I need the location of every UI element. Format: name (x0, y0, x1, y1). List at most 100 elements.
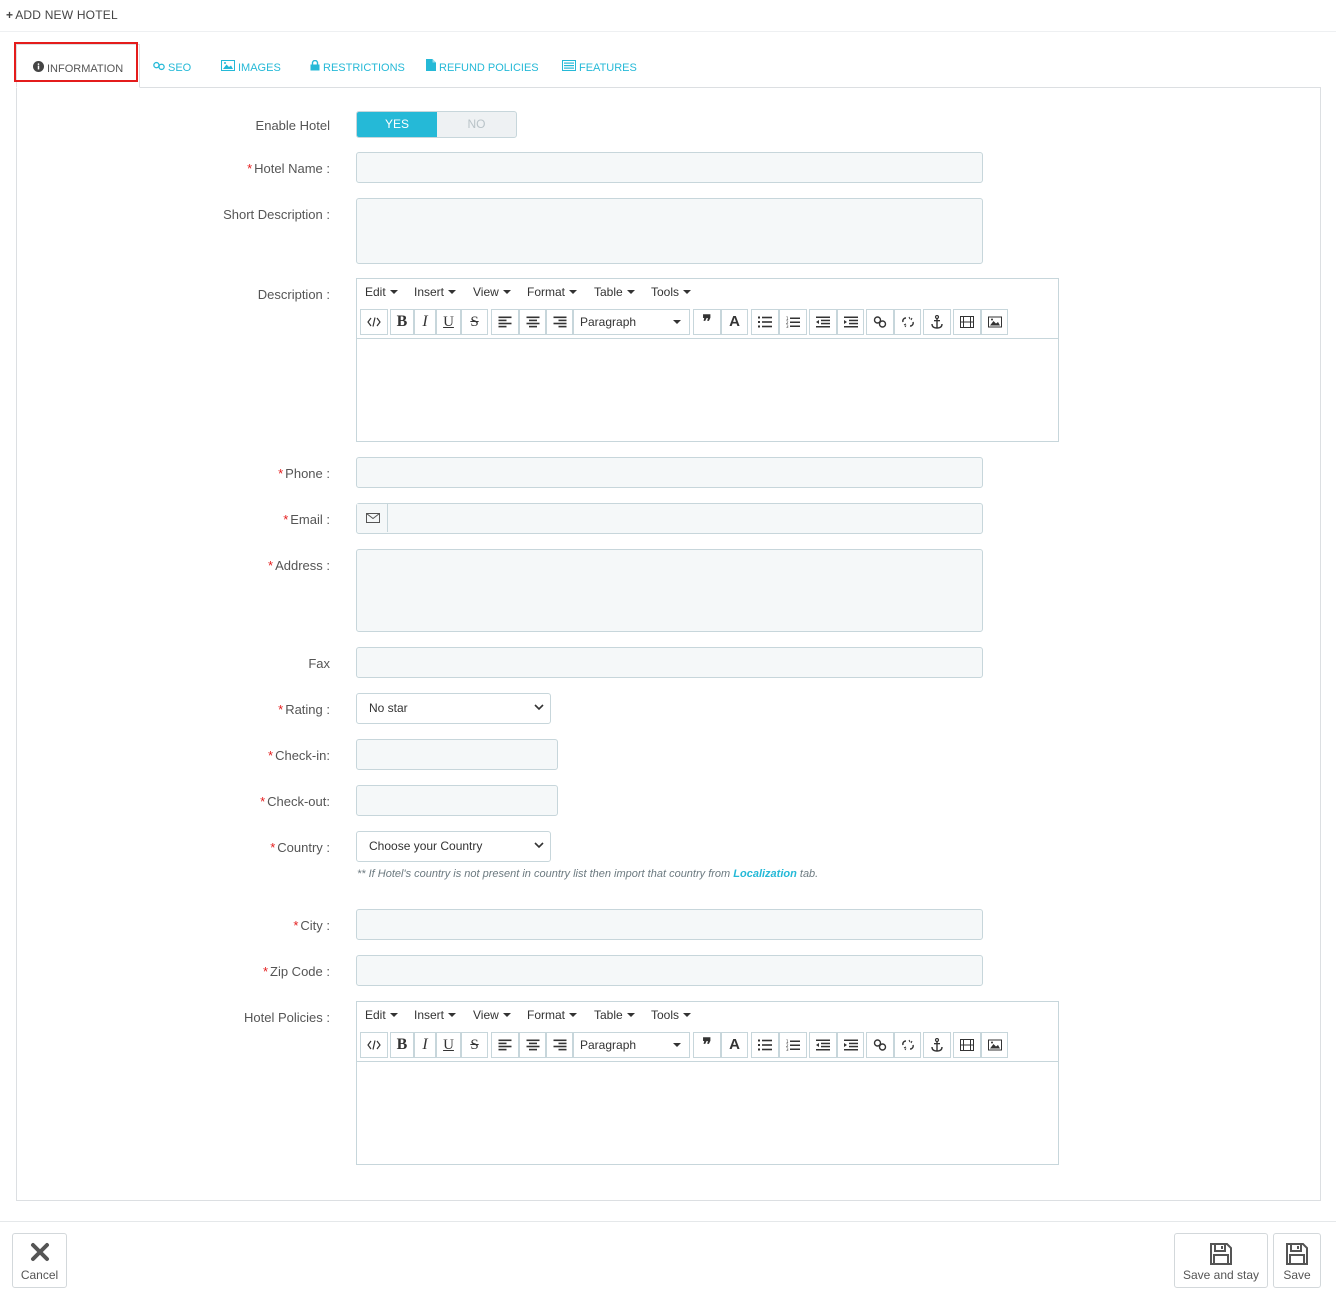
menu-insert[interactable]: Insert (414, 285, 457, 299)
tab-information[interactable]: INFORMATION (16, 44, 141, 91)
chevron-down-icon (534, 704, 544, 711)
align-left-icon[interactable] (491, 309, 519, 335)
short-description-label: Short Description : (223, 207, 330, 222)
align-left-icon[interactable] (491, 1032, 519, 1058)
insert-image-icon[interactable] (981, 309, 1008, 335)
menu-tools[interactable]: Tools (651, 1008, 692, 1022)
code-icon[interactable] (360, 1032, 388, 1058)
description-editor: Edit Insert View Format Table Tools B I … (356, 278, 1059, 442)
tab-seo[interactable]: SEO (153, 44, 191, 88)
strikethrough-button[interactable]: S (461, 1032, 488, 1058)
text-color-icon[interactable]: A (721, 1032, 748, 1058)
svg-text:3: 3 (786, 1047, 789, 1051)
italic-button[interactable]: I (414, 1032, 436, 1058)
insert-link-icon[interactable] (866, 1032, 894, 1058)
localization-link[interactable]: Localization (733, 868, 797, 880)
close-icon (30, 1243, 49, 1261)
tab-images[interactable]: IMAGES (221, 44, 281, 88)
anchor-icon[interactable] (923, 1032, 951, 1058)
numbered-list-icon[interactable]: 123 (779, 309, 807, 335)
blockquote-icon[interactable]: ❞ (693, 1032, 721, 1058)
description-editor-body[interactable] (357, 340, 1058, 441)
menu-format[interactable]: Format (527, 1008, 578, 1022)
zip-code-label: * Zip Code : (262, 964, 330, 979)
country-help-text: ** If Hotel's country is not present in … (357, 868, 819, 880)
menu-edit[interactable]: Edit (365, 1008, 398, 1022)
enable-hotel-yes[interactable]: YES (357, 112, 437, 137)
form-footer: Cancel Save and stay Save (0, 1221, 1336, 1294)
editor-toolbar: B I U S Paragraph ❞ A 123 (357, 1030, 1058, 1062)
menu-format[interactable]: Format (527, 285, 578, 299)
italic-button[interactable]: I (414, 309, 436, 335)
enable-hotel-no[interactable]: NO (437, 112, 516, 137)
fax-input[interactable] (356, 647, 983, 678)
cancel-button[interactable]: Cancel (12, 1233, 67, 1288)
svg-text:3: 3 (786, 324, 789, 328)
paragraph-select[interactable]: Paragraph (573, 1032, 690, 1058)
hotel-name-label: * Hotel Name : (247, 161, 330, 176)
strikethrough-button[interactable]: S (461, 309, 488, 335)
country-select[interactable]: Choose your Country (356, 831, 551, 862)
email-addon (357, 504, 388, 532)
underline-button[interactable]: U (436, 309, 461, 335)
insert-image-icon[interactable] (981, 1032, 1008, 1058)
menu-edit[interactable]: Edit (365, 285, 398, 299)
bullet-list-icon[interactable] (751, 1032, 779, 1058)
email-input[interactable] (356, 503, 983, 534)
lock-icon (310, 44, 320, 90)
info-circle-icon (33, 45, 44, 91)
align-center-icon[interactable] (519, 1032, 546, 1058)
tab-restrictions[interactable]: RESTRICTIONS (310, 44, 405, 88)
short-description-textarea[interactable] (356, 198, 983, 264)
indent-icon[interactable] (837, 1032, 864, 1058)
check-in-input[interactable] (356, 739, 558, 770)
page-header: + ADD NEW HOTEL (0, 0, 1336, 32)
indent-icon[interactable] (837, 309, 864, 335)
rating-select[interactable]: No star (356, 693, 551, 724)
align-center-icon[interactable] (519, 309, 546, 335)
check-out-input[interactable] (356, 785, 558, 816)
unlink-icon[interactable] (894, 1032, 921, 1058)
unlink-icon[interactable] (894, 309, 921, 335)
save-button[interactable]: Save (1273, 1233, 1321, 1288)
align-right-icon[interactable] (546, 309, 573, 335)
list-icon (562, 44, 576, 90)
outdent-icon[interactable] (809, 1032, 837, 1058)
hotel-policies-editor-body[interactable] (357, 1063, 1058, 1164)
phone-input[interactable] (356, 457, 983, 488)
check-in-label: * Check-in: (268, 748, 330, 763)
menu-view[interactable]: View (473, 1008, 511, 1022)
hotel-name-input[interactable] (356, 152, 983, 183)
bullet-list-icon[interactable] (751, 309, 779, 335)
menu-table[interactable]: Table (594, 285, 635, 299)
zip-code-input[interactable] (356, 955, 983, 986)
outdent-icon[interactable] (809, 309, 837, 335)
image-icon (221, 44, 235, 90)
align-right-icon[interactable] (546, 1032, 573, 1058)
media-icon[interactable] (953, 1032, 981, 1058)
paragraph-select[interactable]: Paragraph (573, 309, 690, 335)
city-input[interactable] (356, 909, 983, 940)
insert-link-icon[interactable] (866, 309, 894, 335)
media-icon[interactable] (953, 309, 981, 335)
save-and-stay-button[interactable]: Save and stay (1174, 1233, 1268, 1288)
tab-features[interactable]: FEATURES (562, 44, 637, 88)
numbered-list-icon[interactable]: 123 (779, 1032, 807, 1058)
underline-button[interactable]: U (436, 1032, 461, 1058)
tab-refund-policies[interactable]: REFUND POLICIES (426, 44, 539, 88)
country-label: * Country : (270, 840, 330, 855)
menu-insert[interactable]: Insert (414, 1008, 457, 1022)
phone-label: * Phone : (278, 466, 330, 481)
bold-button[interactable]: B (390, 309, 414, 335)
text-color-icon[interactable]: A (721, 309, 748, 335)
blockquote-icon[interactable]: ❞ (693, 309, 721, 335)
menu-view[interactable]: View (473, 285, 511, 299)
menu-table[interactable]: Table (594, 1008, 635, 1022)
code-icon[interactable] (360, 309, 388, 335)
bold-button[interactable]: B (390, 1032, 414, 1058)
address-textarea[interactable] (356, 549, 983, 632)
enable-hotel-switch[interactable]: YES NO (356, 111, 517, 138)
menu-tools[interactable]: Tools (651, 285, 692, 299)
anchor-icon[interactable] (923, 309, 951, 335)
chevron-down-icon (673, 1043, 681, 1047)
